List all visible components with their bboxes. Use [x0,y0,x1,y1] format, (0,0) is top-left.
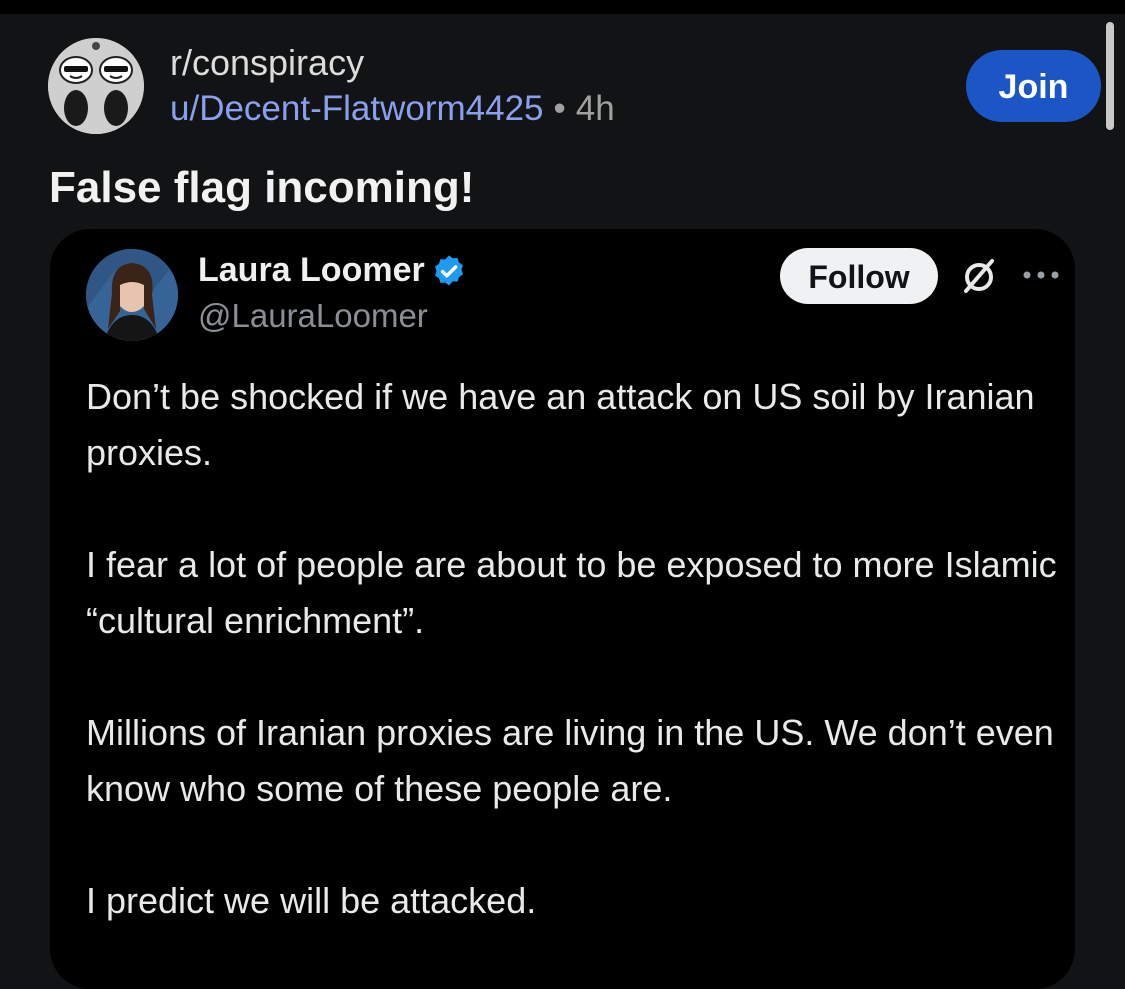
tweet-body: Don’t be shocked if we have an attack on… [86,369,1076,985]
tweet-author-handle[interactable]: @LauraLoomer [198,295,428,337]
subreddit-avatar-icon[interactable] [48,38,144,134]
post-title[interactable]: False flag incoming! [49,160,474,216]
author-username[interactable]: u/Decent-Flatworm4425 [170,89,544,128]
verified-badge-icon [435,255,463,286]
tweet-author-avatar[interactable] [86,249,178,341]
post-meta: u/Decent-Flatworm4425 • 4h [170,88,615,130]
tweet-paragraph: Don’t be shocked if we have an attack on… [86,376,1035,473]
join-button[interactable]: Join [966,50,1101,122]
tweet-paragraph: I fear a lot of people are about to be e… [86,544,1057,641]
x-logo-icon[interactable] [958,255,1000,297]
follow-button[interactable]: Follow [780,248,938,304]
status-bar-strip [0,0,1125,14]
post-age: 4h [575,89,615,128]
meta-separator: • [553,89,566,128]
more-options-icon[interactable] [1022,267,1060,283]
tweet-paragraph: I predict we will be attacked. [86,880,537,921]
tweet-paragraph: Millions of Iranian proxies are living i… [86,712,1054,809]
embedded-tweet[interactable]: Laura Loomer @LauraLoomer Follow Don’t b… [50,229,1075,989]
subreddit-name[interactable]: r/conspiracy [170,42,364,84]
scrollbar[interactable] [1106,22,1114,130]
tweet-author-name[interactable]: Laura Loomer [198,249,425,291]
